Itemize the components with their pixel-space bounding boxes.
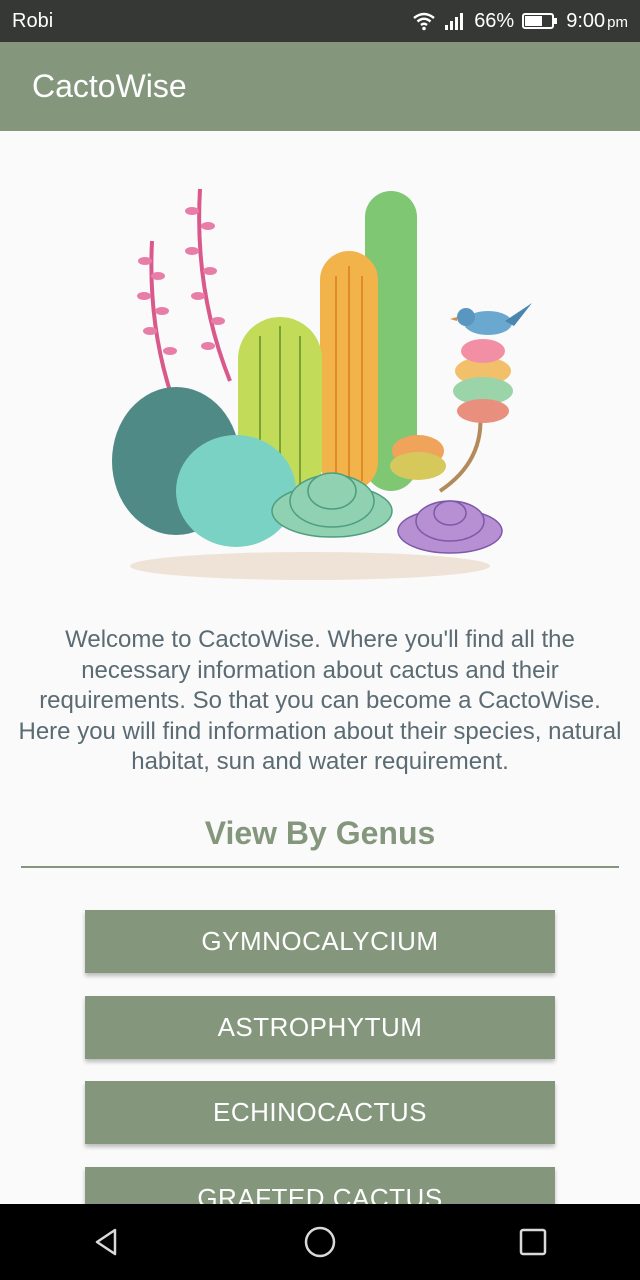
status-bar: Robi 66% 9:00 pm [0, 0, 640, 42]
welcome-text: Welcome to CactoWise. Where you'll find … [18, 626, 622, 775]
clock: 9:00 pm [566, 10, 628, 33]
back-button[interactable] [77, 1212, 137, 1272]
cactus-illustration [112, 188, 532, 580]
signal-icon [445, 13, 464, 30]
navigation-bar [0, 1204, 640, 1280]
genus-button-astrophytum[interactable]: ASTROPHYTUM [85, 996, 555, 1059]
recents-button[interactable] [503, 1212, 563, 1272]
genus-section-title: View By Genus [204, 815, 436, 851]
clock-time: 9:00 [566, 9, 606, 32]
recents-square-icon [520, 1228, 547, 1256]
carrier-label: Robi [12, 9, 54, 32]
section-divider [21, 866, 619, 868]
battery-icon [522, 13, 558, 29]
app-title: CactoWise [32, 68, 187, 104]
genus-button-echinocactus[interactable]: ECHINOCACTUS [85, 1081, 555, 1144]
genus-button-grafted-cactus[interactable]: GRAFTED CACTUS [85, 1167, 555, 1204]
home-button[interactable] [290, 1212, 350, 1272]
battery-percent: 66% [474, 9, 515, 32]
clock-suffix: pm [607, 13, 628, 31]
wifi-icon [413, 12, 435, 31]
back-triangle-icon [95, 1228, 116, 1256]
status-icons: 66% 9:00 pm [412, 10, 628, 33]
home-circle-icon [304, 1226, 336, 1258]
main-content[interactable]: Welcome to CactoWise. Where you'll find … [0, 131, 640, 1204]
app-bar: CactoWise [0, 42, 640, 131]
genus-button-gymnocalycium[interactable]: GYMNOCALYCIUM [85, 910, 555, 973]
